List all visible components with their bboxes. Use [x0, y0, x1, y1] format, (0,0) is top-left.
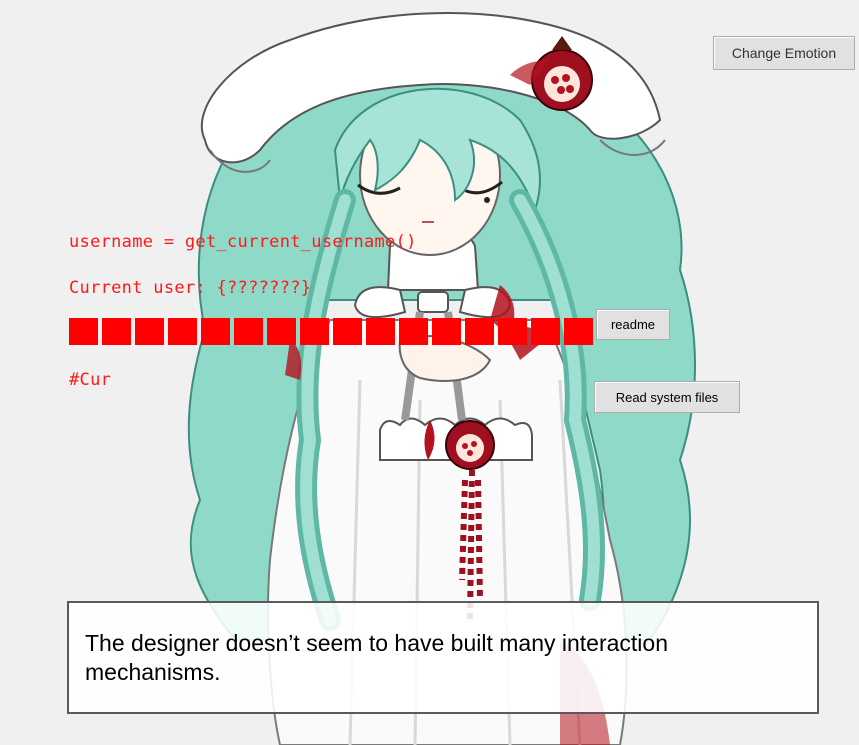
censor-block	[432, 318, 461, 345]
censor-block	[564, 318, 593, 345]
censor-block	[102, 318, 131, 345]
censor-block	[135, 318, 164, 345]
code-line-current-user: Current user: {???????}	[69, 278, 312, 298]
censor-block	[333, 318, 362, 345]
censor-block	[366, 318, 395, 345]
pomegranate-chest-icon	[445, 420, 495, 470]
censor-block	[300, 318, 329, 345]
censor-block	[399, 318, 428, 345]
censor-block	[168, 318, 197, 345]
dialog-text: The designer doesn’t seem to have built …	[85, 630, 668, 685]
code-line-username: username = get_current_username()	[69, 232, 417, 252]
game-stage: username = get_current_username() Curren…	[0, 0, 859, 745]
censor-block	[267, 318, 296, 345]
readme-button[interactable]: readme	[596, 309, 670, 340]
code-line-comment: #Cur	[69, 370, 112, 390]
read-system-files-button[interactable]: Read system files	[594, 381, 740, 413]
censor-block	[498, 318, 527, 345]
censor-block	[465, 318, 494, 345]
censor-block	[531, 318, 560, 345]
censor-block	[201, 318, 230, 345]
censor-block	[234, 318, 263, 345]
censor-block	[69, 318, 98, 345]
censored-code-line	[69, 318, 593, 345]
dialog-box[interactable]: The designer doesn’t seem to have built …	[67, 601, 819, 714]
change-emotion-button[interactable]: Change Emotion	[713, 36, 855, 70]
